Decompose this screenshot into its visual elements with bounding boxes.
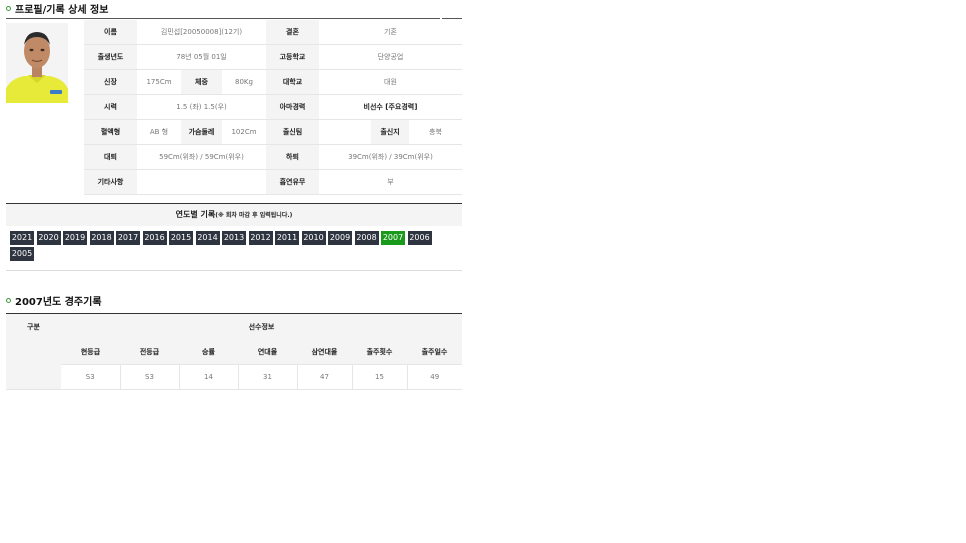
value-birth-year: 78년 05월 01일 <box>137 44 266 70</box>
year-button-2006[interactable]: 2006 <box>407 231 432 245</box>
value-smoking: 부 <box>319 169 462 195</box>
record-header-win-rate: 승률 <box>179 339 238 365</box>
label-height: 신장 <box>84 69 137 95</box>
value-name: 김민섭[20050008](12기) <box>137 20 266 45</box>
value-university: 대원 <box>319 69 462 95</box>
label-name: 이름 <box>84 20 137 45</box>
bullet-circle-icon <box>6 6 11 11</box>
title-underline-end <box>442 18 462 19</box>
record-section-title: 2007년도 경주기록 <box>6 293 102 308</box>
label-married: 결혼 <box>266 20 319 45</box>
record-header-race-days: 출주일수 <box>407 339 462 365</box>
profile-row-etc: 기타사항 흡연유무 부 <box>84 169 462 195</box>
record-col-division: 구분 <box>6 313 61 339</box>
year-button-2018[interactable]: 2018 <box>89 231 114 245</box>
record-value-race-days: 49 <box>406 364 462 390</box>
label-etc: 기타사항 <box>84 169 137 195</box>
year-button-2009[interactable]: 2009 <box>328 231 352 245</box>
label-amateur-career: 아마경력 <box>266 94 319 120</box>
record-header-race-count: 출주횟수 <box>352 339 407 365</box>
value-amateur-career: 비선수 [주요경력] <box>319 94 462 120</box>
record-value-top3-rate: 47 <box>296 364 352 390</box>
year-button-2007[interactable]: 2007 <box>381 231 405 245</box>
value-high-school: 단양공업 <box>319 44 462 70</box>
profile-row-birth: 출생년도 78년 05월 01일 고등학교 단양공업 <box>84 44 462 70</box>
year-button-2015[interactable]: 2015 <box>169 231 193 245</box>
title-underline <box>6 18 440 19</box>
label-calf: 하퇴 <box>266 144 319 170</box>
label-weight: 체중 <box>181 69 222 95</box>
profile-row-height: 신장 175Cm 체중 80Kg 대학교 대원 <box>84 69 462 95</box>
label-smoking: 흡연유무 <box>266 169 319 195</box>
record-col-group: 선수정보 <box>61 313 462 339</box>
value-etc <box>137 169 266 195</box>
record-division-spacer <box>6 339 61 390</box>
profile-row-thigh: 대퇴 59Cm(위좌) / 59Cm(위우) 하퇴 39Cm(위좌) / 39C… <box>84 144 462 170</box>
record-header-current-grade: 현등급 <box>61 339 120 365</box>
record-subheader-row: 현등급 전등급 승률 연대율 삼연대율 출주횟수 출주일수 <box>6 339 462 390</box>
value-thigh: 59Cm(위좌) / 59Cm(위우) <box>137 144 266 170</box>
record-header-top3-rate: 삼연대율 <box>297 339 352 365</box>
value-blood-type: AB 형 <box>137 119 181 145</box>
label-origin-team: 출신팀 <box>266 119 319 145</box>
value-vision: 1.5 (좌) 1.5(우) <box>137 94 266 120</box>
year-button-2013[interactable]: 2013 <box>222 231 246 245</box>
record-value-top2-rate: 31 <box>237 364 297 390</box>
profile-row-blood: 혈액형 AB 형 가슴둘레 102Cm 출신팀 출신지 충북 <box>84 119 462 145</box>
value-chest: 102Cm <box>222 119 266 145</box>
profile-section-title: 프로필/기록 상세 정보 <box>6 1 108 16</box>
year-button-list: 2021 2020 2019 2018 2017 2016 2015 2014 2013 2012… <box>10 231 460 263</box>
record-header-row: 구분 선수정보 <box>6 313 462 339</box>
value-weight: 80Kg <box>222 69 266 95</box>
label-birth-year: 출생년도 <box>84 44 137 70</box>
record-header-top2-rate: 연대율 <box>238 339 297 365</box>
record-header-prev-grade: 전등급 <box>120 339 179 365</box>
year-button-2020[interactable]: 2020 <box>36 231 61 245</box>
player-photo <box>6 23 68 103</box>
record-value-prev-grade: S3 <box>119 364 179 390</box>
label-hometown: 출신지 <box>371 119 409 145</box>
label-vision: 시력 <box>84 94 137 120</box>
profile-table: 이름 김민섭[20050008](12기) 결혼 기혼 출생년도 78년 05월… <box>84 20 462 195</box>
year-button-2012[interactable]: 2012 <box>248 231 273 245</box>
record-value-win-rate: 14 <box>178 364 238 390</box>
race-record-table: 구분 선수정보 현등급 전등급 승률 연대율 삼연대율 출주횟수 출주일수 S3… <box>6 313 462 390</box>
value-calf: 39Cm(위좌) / 39Cm(위우) <box>319 144 462 170</box>
value-hometown: 충북 <box>409 119 462 145</box>
profile-row-vision: 시력 1.5 (좌) 1.5(우) 아마경력 비선수 [주요경력] <box>84 94 462 120</box>
year-button-2017[interactable]: 2017 <box>116 231 140 245</box>
year-button-2008[interactable]: 2008 <box>354 231 379 245</box>
yearly-record-box: 연도별 기록(※ 회차 마감 후 입력됩니다.) 2021 2020 2019 201… <box>6 203 462 271</box>
year-button-2011[interactable]: 2011 <box>275 231 299 245</box>
year-button-2019[interactable]: 2019 <box>63 231 87 245</box>
label-high-school: 고등학교 <box>266 44 319 70</box>
value-height: 175Cm <box>137 69 181 95</box>
year-button-2014[interactable]: 2014 <box>195 231 220 245</box>
label-blood-type: 혈액형 <box>84 119 137 145</box>
label-university: 대학교 <box>266 69 319 95</box>
yearly-record-heading: 연도별 기록(※ 회차 마감 후 입력됩니다.) <box>6 204 462 226</box>
year-button-2021[interactable]: 2021 <box>10 231 34 245</box>
label-chest: 가슴둘레 <box>181 119 222 145</box>
value-married: 기혼 <box>319 20 462 45</box>
value-origin-team <box>319 119 371 145</box>
bullet-circle-icon <box>6 298 11 303</box>
year-button-2005[interactable]: 2005 <box>10 247 34 261</box>
record-value-current-grade: S3 <box>61 364 120 390</box>
record-value-race-count: 15 <box>351 364 407 390</box>
label-thigh: 대퇴 <box>84 144 137 170</box>
year-button-2016[interactable]: 2016 <box>142 231 167 245</box>
record-value-row: S3 S3 14 31 47 15 49 <box>6 364 462 390</box>
year-button-2010[interactable]: 2010 <box>301 231 326 245</box>
profile-row-name: 이름 김민섭[20050008](12기) 결혼 기혼 <box>84 20 462 45</box>
